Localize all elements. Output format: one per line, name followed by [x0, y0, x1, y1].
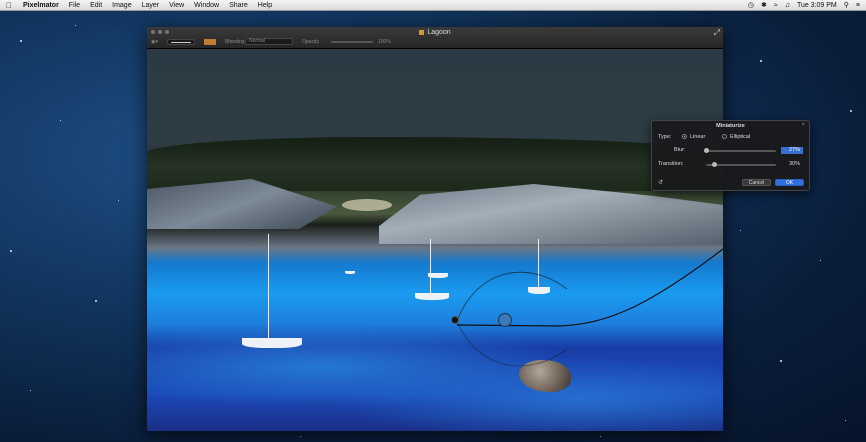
list-icon[interactable]: ≡ — [856, 2, 860, 9]
blur-label: Blur: — [674, 147, 686, 153]
opacity-label: Opacity — [302, 39, 319, 45]
menu-app-name[interactable]: Pixelmator — [18, 2, 64, 9]
apple-menu-icon[interactable]:  — [0, 1, 18, 10]
ok-button[interactable]: OK — [775, 179, 804, 186]
reset-icon[interactable]: ↺ — [658, 179, 663, 186]
type-label: Type: — [658, 134, 672, 140]
window-title: Lagoon — [427, 29, 451, 36]
transition-handle[interactable] — [451, 316, 459, 324]
color-swatch[interactable] — [204, 39, 216, 45]
transition-slider-knob[interactable] — [712, 162, 717, 167]
bluetooth-icon[interactable]: ✱ — [761, 1, 767, 9]
radio-linear[interactable] — [682, 134, 687, 139]
opacity-value: 100% — [378, 39, 391, 45]
clock[interactable]: Tue 3:09 PM — [797, 2, 837, 9]
close-icon[interactable]: × — [801, 122, 805, 128]
focus-center-handle[interactable] — [498, 313, 512, 327]
document-icon — [419, 29, 425, 35]
menu-image[interactable]: Image — [107, 2, 136, 9]
time-machine-icon[interactable]: ◷ — [748, 1, 754, 9]
menu-layer[interactable]: Layer — [137, 2, 165, 9]
tool-options-bar: ◉▾ Blending Normal Opacity 100% — [147, 37, 723, 48]
miniaturize-guides — [456, 248, 723, 367]
blur-slider-knob[interactable] — [704, 148, 709, 153]
document-window: Lagoon ⤢ ◉▾ Blending Normal Opacity 100% — [147, 27, 723, 431]
transition-value: 30% — [788, 161, 800, 167]
menu-view[interactable]: View — [164, 2, 189, 9]
volume-icon[interactable]: ♫ — [785, 2, 790, 9]
transition-row: Transition: 30% — [658, 161, 803, 169]
menu-bar:  Pixelmator File Edit Image Layer View … — [0, 0, 866, 11]
blur-row: Blur: 27% — [658, 147, 803, 155]
transition-label: Transition: — [658, 161, 684, 167]
type-option-elliptical[interactable]: Elliptical — [722, 134, 750, 140]
menu-help[interactable]: Help — [253, 2, 277, 9]
blur-slider[interactable] — [706, 150, 776, 152]
miniaturize-panel: Miniaturize × Type: Linear Elliptical Bl… — [651, 120, 810, 191]
opacity-slider[interactable] — [331, 41, 373, 43]
brush-tool-icon[interactable]: ◉▾ — [151, 39, 158, 45]
search-icon[interactable]: ⚲ — [844, 1, 849, 9]
menu-edit[interactable]: Edit — [85, 2, 107, 9]
title-bar: Lagoon ⤢ ◉▾ Blending Normal Opacity 100% — [147, 27, 723, 49]
blending-label: Blending — [225, 39, 245, 45]
panel-buttons: ↺ Cancel OK — [658, 179, 804, 187]
menu-file[interactable]: File — [64, 2, 85, 9]
wifi-icon[interactable]: ≈ — [774, 2, 778, 9]
menu-window[interactable]: Window — [189, 2, 224, 9]
blur-value-field[interactable]: 27% — [781, 147, 803, 154]
panel-title: Miniaturize — [716, 123, 745, 129]
type-row: Type: Linear Elliptical — [658, 134, 803, 142]
image-canvas[interactable] — [147, 49, 723, 431]
blending-select[interactable]: Normal — [245, 38, 293, 45]
type-option-linear[interactable]: Linear — [682, 134, 705, 140]
radio-elliptical[interactable] — [722, 134, 727, 139]
brush-preset-picker[interactable] — [167, 39, 195, 45]
cancel-button[interactable]: Cancel — [742, 179, 771, 186]
menu-share[interactable]: Share — [224, 2, 253, 9]
